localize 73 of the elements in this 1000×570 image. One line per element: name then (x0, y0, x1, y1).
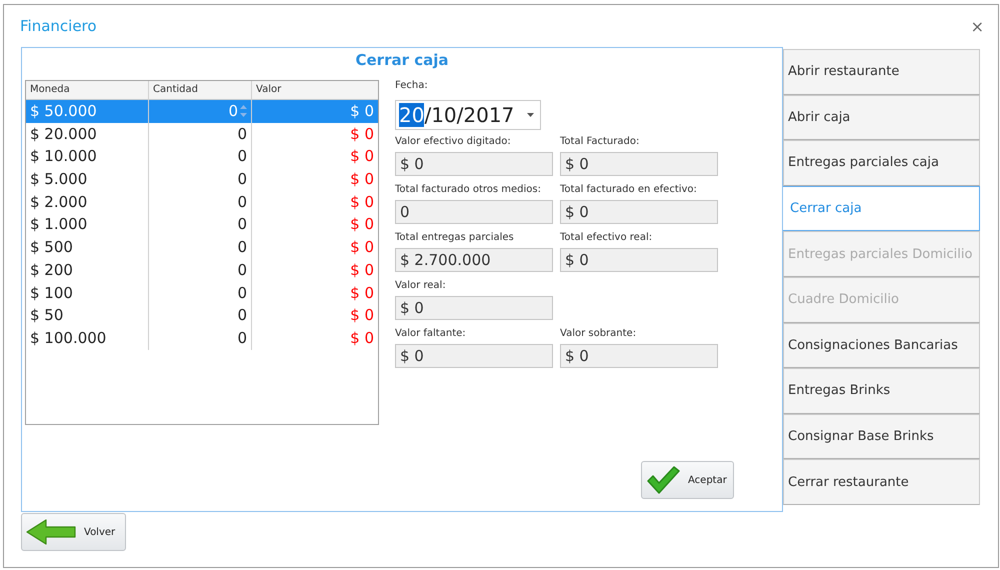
side-tab[interactable]: Entregas Brinks (783, 368, 980, 414)
readonly-field[interactable]: $ 2.700.000 (395, 248, 553, 272)
readonly-field[interactable]: $ 0 (560, 344, 718, 368)
column-header: Cantidad (149, 81, 252, 99)
side-tab[interactable]: Cerrar restaurante (783, 459, 980, 505)
table-cell: 0 (149, 168, 252, 191)
side-tab[interactable]: Cerrar caja (783, 186, 980, 232)
side-tab[interactable]: Consignaciones Bancarias (783, 322, 980, 368)
readonly-field[interactable]: $ 0 (395, 152, 553, 176)
close-button[interactable]: × (970, 16, 984, 36)
readonly-field[interactable]: $ 0 (395, 344, 553, 368)
field-label: Total facturado otros medios: (395, 184, 542, 197)
window-title: Financiero (20, 17, 97, 35)
side-tab[interactable]: Abrir caja (783, 94, 980, 140)
table-cell-text: $ 0 (349, 328, 375, 349)
table-cell: $ 100 (26, 282, 149, 304)
spin-arrows-icon (240, 104, 247, 118)
column-header: Valor (255, 83, 282, 97)
readonly-field[interactable]: 0 (395, 200, 553, 224)
table-cell-text: $ 0 (349, 260, 375, 281)
table-cell-text: $ 0 (349, 192, 375, 213)
readonly-field[interactable]: $ 0 (560, 248, 718, 272)
panel-title: Cerrar caja (354, 50, 450, 71)
field-label: Valor sobrante: (560, 328, 638, 341)
field-label: Total efectivo real: (560, 232, 654, 245)
table-cell: $ 20.000 (26, 122, 149, 146)
table-cell: $ 10.000 (26, 145, 149, 168)
left-arrow-icon (26, 519, 76, 545)
table-cell: 0 (149, 326, 252, 350)
table-cell: $ 200 (26, 258, 149, 282)
field-label: Total Facturado: (560, 136, 640, 149)
readonly-field[interactable]: $ 0 (560, 152, 718, 176)
column-header: Moneda (26, 81, 149, 99)
table-cell: 0 (149, 190, 252, 214)
table-cell: $ 50 (26, 304, 149, 327)
side-tab[interactable]: Consignar Base Brinks (783, 414, 980, 460)
table-cell-text: $ 0 (349, 305, 375, 326)
date-value: 20/10/2017 (399, 103, 514, 127)
table-cell-text: $ 0 (349, 237, 375, 258)
table-cell: 0 (149, 145, 252, 168)
table-cell-text: $ 0 (349, 214, 375, 236)
side-tab[interactable]: Abrir restaurante (783, 49, 980, 95)
table-cell-text: $ 0 (349, 282, 375, 304)
checkmark-icon (646, 465, 680, 495)
field-label: Total entregas parciales (395, 232, 515, 245)
dropdown-caret-icon (527, 113, 534, 117)
back-button[interactable]: Volver (21, 513, 126, 551)
field-label: Valor real: (395, 280, 447, 293)
table-cell: 0 (149, 304, 252, 327)
readonly-field[interactable]: $ 0 (395, 296, 553, 320)
table-cell: $ 1.000 (26, 213, 149, 236)
table-cell: $ 5.000 (26, 168, 149, 191)
readonly-field[interactable]: $ 0 (560, 200, 718, 224)
table-cell: 0 (149, 122, 252, 146)
table-cell: $ 2.000 (26, 190, 149, 214)
table-cell: 0 (149, 258, 252, 282)
table-cell: 0 (149, 282, 252, 304)
field-label: Total facturado en efectivo: (560, 184, 698, 197)
field-label: Valor efectivo digitado: (395, 136, 512, 149)
date-picker[interactable]: 20/10/2017 (395, 100, 541, 130)
field-label: Fecha: (395, 80, 428, 93)
table-cell-text: $ 0 (349, 101, 375, 122)
table-cell-text: $ 0 (349, 146, 375, 168)
table-cell: $ 500 (26, 236, 149, 259)
table-cell: 0 (149, 213, 252, 236)
table-cell: $ 100.000 (26, 326, 149, 350)
table-cell-text: $ 0 (349, 124, 375, 145)
table-cell: 0 (149, 236, 252, 259)
table-cell-text: $ 0 (349, 169, 375, 190)
accept-button[interactable]: Aceptar (641, 461, 734, 499)
field-label: Valor faltante: (395, 328, 467, 341)
side-tab[interactable]: Entregas parciales caja (783, 140, 980, 186)
table-cell: $ 50.000 (26, 100, 149, 123)
